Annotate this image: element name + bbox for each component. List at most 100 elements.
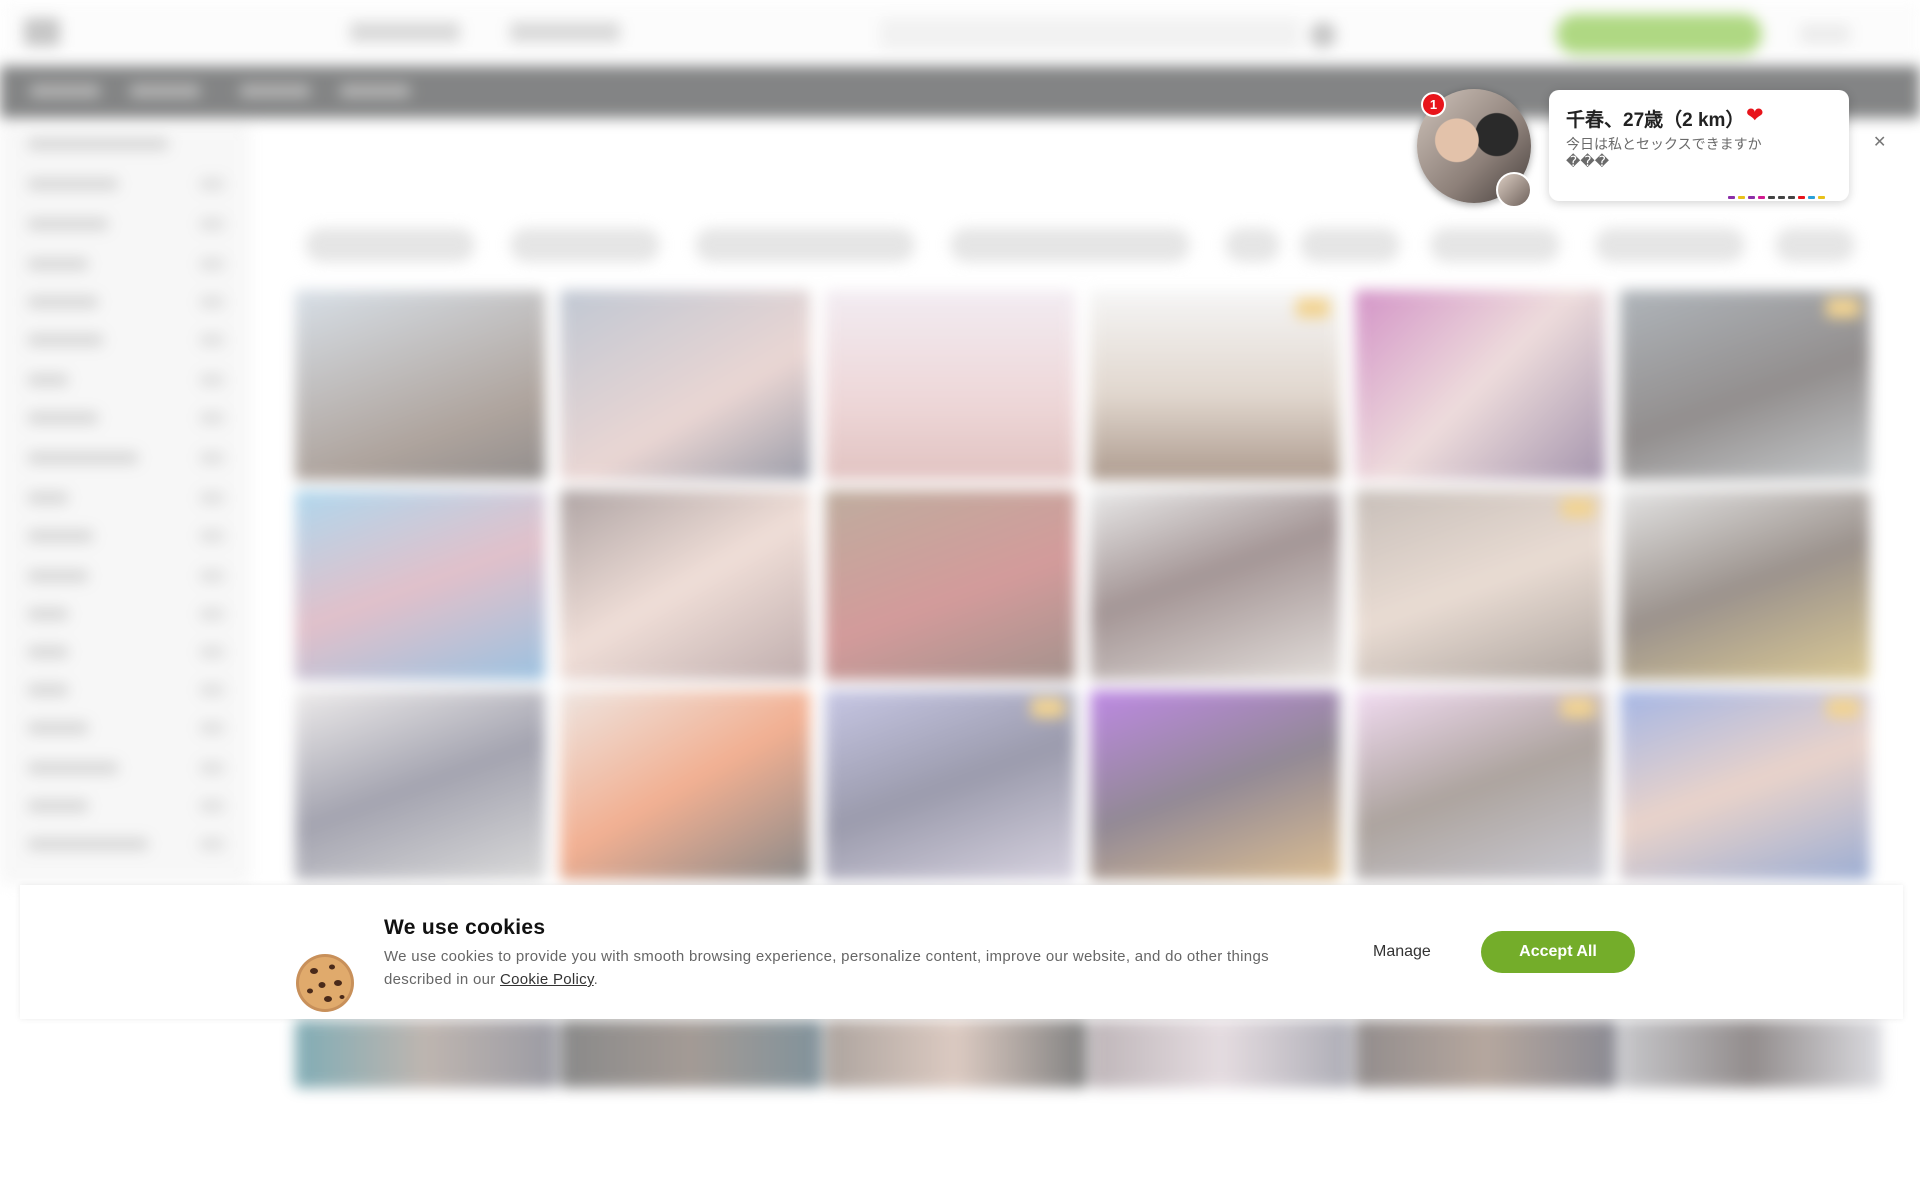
model-thumbnail [1090,690,1340,880]
signup-button [1556,14,1762,54]
model-thumbnail [1620,1020,1882,1088]
progress-dot [1798,196,1805,199]
sidebar-item [28,646,68,658]
sidebar-item [28,762,118,774]
filter-chip [305,228,475,262]
cookie-consent-banner: We use cookies We use cookies to provide… [20,885,1903,1019]
search-icon [1310,22,1336,48]
model-thumbnail [560,490,810,680]
sidebar-item [28,608,68,620]
close-icon[interactable]: ✕ [1873,135,1886,151]
color-progress-dots [1728,196,1825,199]
cookie-text-end: . [593,971,599,988]
model-thumbnail [1620,690,1870,880]
sidebar-item [28,684,68,696]
sidebar-count [200,570,224,582]
sidebar-count [200,608,224,620]
sidebar-item [28,138,168,150]
progress-dot [1758,196,1765,199]
hd-badge [1561,698,1595,718]
category-sidebar [0,124,250,884]
model-thumbnail [825,690,1075,880]
filter-chip [1300,228,1400,262]
sidebar-count [200,646,224,658]
model-thumbnail [1090,490,1340,680]
sidebar-item [28,570,88,582]
sidebar-count [200,374,224,386]
sidebar-item [28,334,103,346]
sidebar-count [200,412,224,424]
sidebar-count [200,722,224,734]
progress-dot [1768,196,1775,199]
sidebar-count [200,296,224,308]
sidebar-count [200,178,224,190]
model-thumbnail [1355,290,1605,480]
chat-sender-name: 千春、27歳（2 km） [1566,110,1745,131]
filter-chip [1775,228,1855,262]
top-header [0,0,1920,64]
sidebar-item [28,178,118,190]
sidebar-item [28,218,108,230]
filter-chip [1430,228,1560,262]
progress-dot [1788,196,1795,199]
sidebar-item [28,530,93,542]
chat-notification-card[interactable]: 千春、27歳（2 km） ❤ 今日は私とセックスできますか ��� [1549,90,1849,201]
model-thumbnail [825,490,1075,680]
model-thumbnail [1090,290,1340,480]
hd-badge [1561,498,1595,518]
header-link [350,22,460,42]
nav-item [340,84,410,98]
sidebar-item [28,452,138,464]
sidebar-item [28,374,68,386]
sidebar-item [28,258,88,270]
unread-count-badge: 1 [1421,92,1446,117]
hd-badge [1296,298,1330,318]
nav-item [240,84,310,98]
sidebar-item [28,492,68,504]
model-thumbnail [1355,1020,1617,1088]
site-logo [24,18,60,46]
hd-badge [1031,698,1065,718]
cookie-banner-text: We use cookies to provide you with smoot… [384,945,1304,991]
progress-dot [1778,196,1785,199]
sidebar-count [200,762,224,774]
model-thumbnail [560,1020,822,1088]
filter-chip [510,228,660,262]
nav-item [30,84,100,98]
sidebar-count [200,452,224,464]
sidebar-count [200,800,224,812]
cookie-icon [296,954,354,1012]
manage-cookies-button[interactable]: Manage [1373,943,1431,961]
sidebar-item [28,800,88,812]
sidebar-count [200,218,224,230]
chat-mini-avatar [1496,172,1532,208]
model-thumbnail [295,290,545,480]
filter-chip [1595,228,1745,262]
sidebar-item [28,412,98,424]
sidebar-item [28,722,88,734]
progress-dot [1728,196,1735,199]
search-input [880,18,1300,50]
header-user [1800,24,1850,44]
hd-badge [1826,298,1860,318]
sidebar-count [200,492,224,504]
sidebar-item [28,838,148,850]
model-thumbnail [295,690,545,880]
model-thumbnail [1620,290,1870,480]
model-thumbnail [1355,690,1605,880]
filter-chip [695,228,915,262]
progress-dot [1808,196,1815,199]
cookie-policy-link[interactable]: Cookie Policy [500,971,594,988]
sidebar-item [28,296,98,308]
model-thumbnail [825,290,1075,480]
sidebar-count [200,838,224,850]
model-thumbnail [560,290,810,480]
header-link [510,22,620,42]
sidebar-count [200,684,224,696]
model-thumbnail [1090,1020,1352,1088]
accept-all-button[interactable]: Accept All [1481,931,1635,973]
model-thumbnail [295,1020,557,1088]
model-thumbnail [295,490,545,680]
progress-dot [1748,196,1755,199]
model-thumbnail [1620,490,1870,680]
